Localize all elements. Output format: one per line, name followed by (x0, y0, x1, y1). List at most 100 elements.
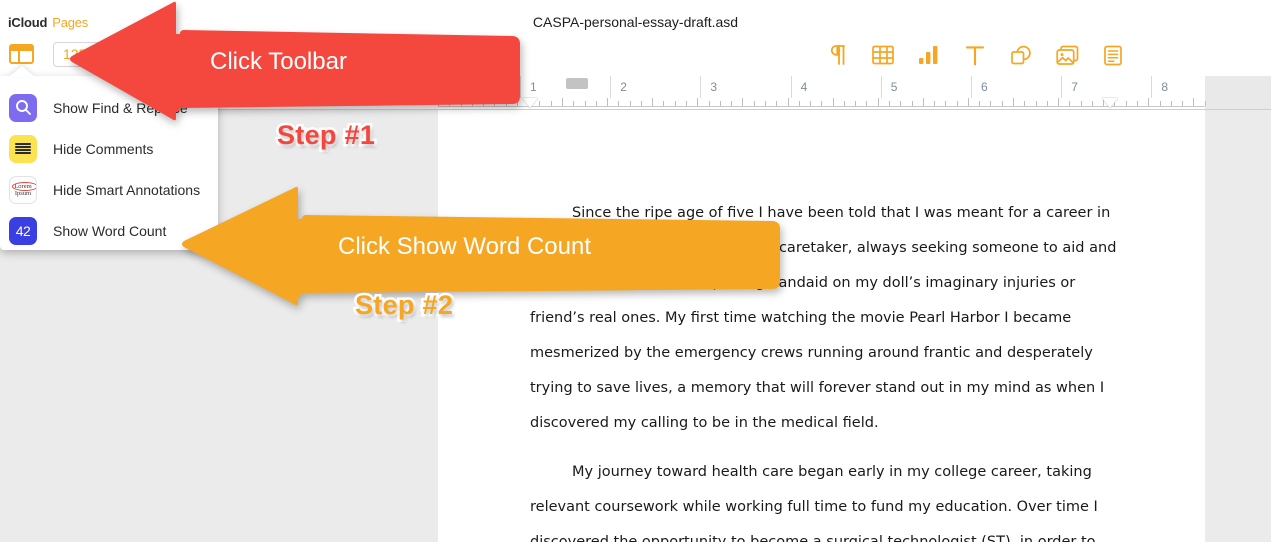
ruler-number: 4 (800, 80, 808, 94)
menu-item-label: Hide Comments (53, 140, 154, 157)
ruler-tick (990, 101, 991, 106)
insert-table-icon[interactable] (868, 40, 898, 70)
comments-icon (9, 134, 37, 163)
ruler-tick (1013, 98, 1014, 106)
ruler-tick (889, 101, 890, 106)
smart-annotations-icon: Lorem Ipsum (9, 175, 37, 204)
ruler-tick (562, 98, 563, 106)
ruler-tick (776, 101, 777, 106)
ruler-tick (1148, 98, 1149, 106)
paragraph-marks-icon[interactable] (822, 40, 852, 70)
ruler-tick (1171, 101, 1172, 106)
ruler-margin-right (1205, 76, 1271, 109)
insert-text-box-icon[interactable] (960, 40, 990, 70)
word-count-icon: 42 (9, 216, 37, 245)
ruler-tick (1205, 101, 1206, 106)
ruler-tick (912, 101, 913, 106)
step-badge-2: Step #2 (352, 288, 455, 323)
ruler-tick (945, 101, 946, 106)
ruler-tick (539, 101, 540, 106)
ruler-tick (1126, 101, 1127, 106)
ruler-tick (663, 101, 664, 106)
insert-media-icon[interactable] (1052, 40, 1082, 70)
menu-item-hide-comments[interactable]: Hide Comments (0, 128, 218, 169)
document-page[interactable]: Since the ripe age of five I have been t… (438, 110, 1205, 542)
insert-shape-icon[interactable] (1006, 40, 1036, 70)
ruler-tick (641, 101, 642, 106)
pages-document-window: iCloud Pages CASPA-personal-essay-draft.a… (0, 0, 1271, 542)
ruler-tick (866, 101, 867, 106)
menu-item-label: Hide Smart Annotations (53, 181, 201, 198)
ruler-tick (1160, 101, 1161, 106)
ruler-tick (686, 101, 687, 106)
ruler-tick (1092, 101, 1093, 106)
insert-chart-icon[interactable] (914, 40, 944, 70)
ruler-tick (551, 101, 552, 106)
ruler-tick (1036, 101, 1037, 106)
ruler-tick (573, 101, 574, 106)
ruler-division (971, 76, 972, 98)
annotation-arrow-click-toolbar: Click Toolbar (68, 0, 520, 122)
ruler-division (700, 76, 702, 98)
ruler-tick (720, 101, 721, 106)
ruler-tab-stop[interactable] (566, 78, 588, 89)
view-layout-icon[interactable] (9, 44, 34, 64)
ruler-tick (968, 98, 969, 106)
ruler-tick (754, 101, 755, 106)
ruler-number: 5 (890, 80, 898, 94)
ruler-tick (630, 101, 631, 106)
ruler-tick (1047, 101, 1048, 106)
ruler-tick (833, 98, 834, 106)
ruler-tick (844, 101, 845, 106)
ruler-tick (1002, 101, 1003, 106)
ruler-tick (979, 101, 980, 106)
ruler-division (790, 76, 792, 98)
ruler-tick (1182, 101, 1183, 106)
document-paragraph: My journey toward health care began earl… (530, 464, 1098, 542)
ruler-number: 1 (530, 80, 537, 94)
ruler-tick (934, 101, 935, 106)
ruler-tick (788, 98, 789, 106)
ruler-number: 3 (710, 80, 718, 94)
right-indent-marker[interactable] (1102, 98, 1118, 108)
ruler-tick (799, 101, 800, 106)
ruler-tick (675, 101, 676, 106)
ruler-tick (923, 98, 924, 106)
first-line-indent-marker[interactable] (522, 98, 538, 108)
ruler-tick (596, 101, 597, 106)
ruler-tick (697, 98, 698, 106)
ruler-tick (618, 101, 619, 106)
ruler-tick (1058, 98, 1059, 106)
annotation-arrow-label: Click Toolbar (210, 48, 347, 75)
ruler-tick (878, 98, 879, 106)
ruler-tick (731, 101, 732, 106)
ruler-number: 6 (981, 80, 988, 94)
ruler-tick (585, 101, 586, 106)
step-badge-1: Step #1 (274, 118, 377, 153)
insert-comment-icon[interactable] (1098, 40, 1128, 70)
ruler-number: 2 (620, 80, 627, 94)
ruler-tick (900, 101, 901, 106)
ruler-tick (709, 101, 710, 106)
ruler-tick (810, 101, 811, 106)
ruler-division (1061, 76, 1063, 98)
ruler-division (1151, 76, 1153, 98)
ruler-tick (1024, 101, 1025, 106)
ruler-division (880, 76, 882, 98)
ruler-tick (821, 101, 822, 106)
ruler-tick (765, 101, 766, 106)
ruler-tick (1069, 101, 1070, 106)
ruler-tick (607, 98, 608, 106)
page-gutter-left (410, 110, 438, 542)
ruler-number: 8 (1161, 80, 1169, 94)
ruler-division (610, 76, 612, 98)
ruler-tick (855, 101, 856, 106)
toolbar-icon-group (822, 40, 1128, 70)
word-count-badge: 42 (15, 222, 31, 239)
ruler-baseline (438, 106, 1205, 107)
ruler-tick (1137, 101, 1138, 106)
ruler-number: 7 (1071, 80, 1078, 94)
menu-item-label: Show Word Count (53, 222, 167, 239)
ruler-division (520, 76, 521, 98)
ruler-tick (1193, 98, 1194, 106)
